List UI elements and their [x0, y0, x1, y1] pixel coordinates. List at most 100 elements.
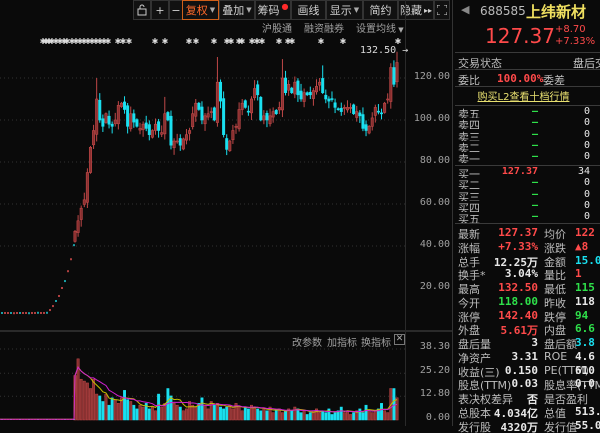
- one-price-candle: [67, 270, 69, 273]
- candle: [265, 112, 269, 121]
- stat-value-2: 118: [575, 294, 595, 308]
- stat-label: 净资产: [458, 351, 491, 364]
- price-axis-label: 100.00: [413, 113, 450, 124]
- volume-bar: [259, 410, 263, 421]
- one-price-candle: [28, 312, 30, 315]
- candle: [138, 128, 142, 131]
- candle: [150, 130, 154, 138]
- stat-value: 3.31: [511, 349, 539, 363]
- stat-value: 5.61万: [500, 324, 539, 337]
- candle: [219, 81, 223, 102]
- kline-chart[interactable]: ✱✱✱✱✱✱✱✱✱✱✱✱✱✱✱✱✱✱ ✱✱ ✱ ✱ ✱ ✱ ✱ ✱ ✱✱ ✱✱ ✱✱✱ ✱ ✱✱ ✱ ✱ ✱: [0, 0, 405, 426]
- candle: [181, 138, 185, 150]
- volume-axis-label: 38.30: [419, 341, 450, 352]
- stat-value-2: 4.6: [575, 349, 595, 363]
- stat-label-2: 内盘: [544, 324, 566, 337]
- event-marker-icon[interactable]: ✱: [211, 37, 218, 46]
- event-marker-icon[interactable]: ✱: [186, 37, 193, 46]
- volume-bar: [104, 393, 108, 421]
- volume-bar: [178, 406, 182, 421]
- volume-bar: [240, 410, 244, 421]
- volume-bar: [185, 408, 188, 421]
- stat-label-2: ROE: [544, 349, 568, 363]
- volume-bar: [361, 412, 365, 421]
- event-marker-icon[interactable]: ✱: [193, 37, 200, 46]
- high-price-marker: 132.50 →: [360, 45, 409, 56]
- candle: [231, 130, 235, 141]
- level-volume: 0: [583, 140, 590, 151]
- candle: [284, 77, 288, 93]
- level-price: —: [531, 107, 538, 117]
- volume-bar: [256, 408, 260, 421]
- candle: [383, 102, 387, 113]
- candle: [188, 130, 192, 134]
- one-price-candle: [37, 311, 39, 314]
- candle: [367, 126, 371, 134]
- candle: [209, 111, 213, 113]
- candle: [175, 140, 179, 143]
- candle: [280, 77, 284, 111]
- candle: [246, 110, 250, 113]
- event-marker-icon[interactable]: ✱: [126, 37, 133, 46]
- level-label: 卖四: [458, 119, 480, 130]
- event-marker-icon[interactable]: ✱: [340, 37, 347, 46]
- close-indicator-button[interactable]: ✕: [394, 334, 405, 345]
- stat-label: 总股本: [458, 406, 491, 419]
- candle: [274, 110, 278, 114]
- volume-bar: [237, 406, 241, 421]
- candle: [212, 107, 216, 121]
- volume-bar: [342, 412, 346, 421]
- event-marker-icon[interactable]: ✱: [259, 37, 266, 46]
- candle: [160, 132, 164, 135]
- candle: [129, 113, 133, 130]
- candle: [234, 126, 238, 128]
- candle: [222, 98, 226, 136]
- candle: [203, 115, 207, 125]
- switch-indicator-button[interactable]: 换指标: [361, 334, 391, 349]
- event-marker-icon[interactable]: ✱: [105, 37, 112, 46]
- event-marker-icon[interactable]: ✱: [276, 37, 283, 46]
- volume-bar: [225, 406, 229, 421]
- change-params-button[interactable]: 改参数: [292, 334, 322, 349]
- candle: [336, 108, 340, 110]
- volume-bar: [85, 382, 89, 421]
- event-marker-icon[interactable]: ✱: [152, 37, 159, 46]
- level-price: —: [531, 129, 538, 140]
- volume-bar: [243, 406, 247, 421]
- one-price-candle: [13, 312, 15, 315]
- back-arrow-icon[interactable]: ◀: [461, 3, 469, 16]
- level-volume: 0: [583, 152, 590, 163]
- volume-bar: [82, 380, 86, 421]
- volume-bar: [212, 404, 216, 421]
- candle: [98, 99, 102, 121]
- one-price-candle: [25, 311, 27, 314]
- add-indicator-button[interactable]: 加指标: [327, 334, 357, 349]
- stat-value-2: 1: [575, 267, 582, 281]
- stat-row: 涨幅 +7.33% 涨跌 ▲8: [455, 240, 600, 254]
- candle: [76, 220, 80, 233]
- volume-bar: [150, 406, 154, 421]
- volume-bar: [169, 395, 173, 421]
- event-marker-icon[interactable]: ✱: [239, 37, 246, 46]
- event-marker-icon[interactable]: ✱: [228, 37, 235, 46]
- event-marker-icon[interactable]: ✱: [289, 37, 296, 46]
- high-price-value: 132.50: [360, 45, 397, 56]
- stock-name: 上纬新材: [526, 3, 587, 21]
- event-marker-icon[interactable]: ✱: [318, 37, 325, 46]
- close-icon: ✕: [395, 334, 404, 344]
- volume-bar: [154, 410, 157, 421]
- level-volume: 0: [583, 107, 590, 117]
- candle: [225, 138, 229, 150]
- buy-l2-link[interactable]: 购买L2查看十档行情: [478, 92, 570, 103]
- stat-value: 118.00: [498, 294, 538, 308]
- price-block: 127.37 +8.70 +7.33%: [455, 22, 600, 52]
- candle: [154, 123, 158, 131]
- candle: [355, 111, 359, 118]
- event-marker-icon[interactable]: ✱: [162, 37, 169, 46]
- level-price: —: [531, 189, 538, 200]
- fullscreen-button[interactable]: [434, 0, 450, 20]
- volume-bar: [110, 397, 114, 421]
- volume-bar: [107, 404, 111, 421]
- stat-value-2: 610: [575, 363, 595, 377]
- one-price-candle: [7, 311, 9, 314]
